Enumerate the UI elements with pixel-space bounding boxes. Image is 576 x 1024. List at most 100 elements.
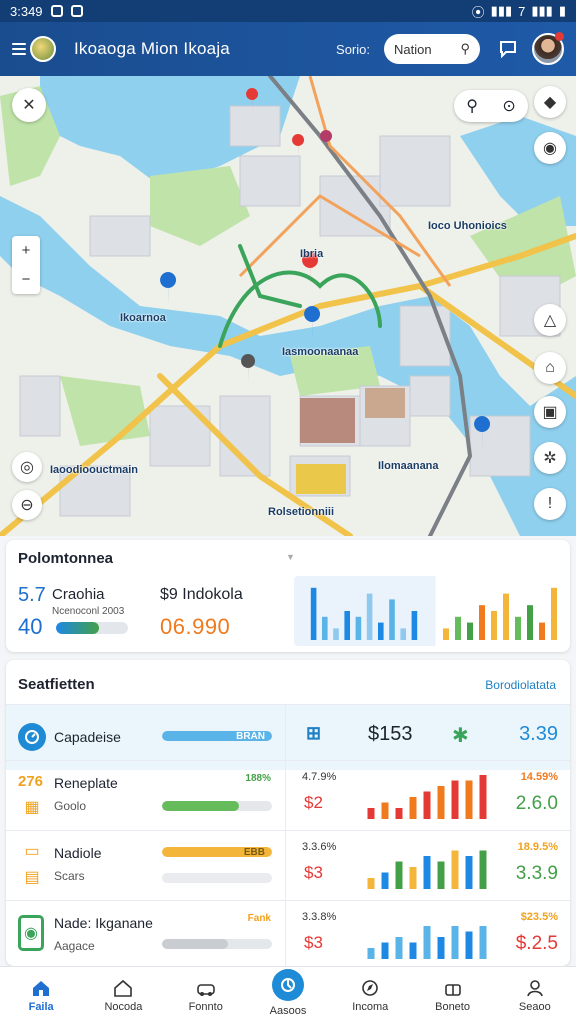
nav-label: Nocoda: [104, 1000, 143, 1013]
chart-bar: [381, 802, 389, 819]
chart-bar: [503, 593, 509, 640]
chart-bar: [539, 622, 545, 640]
compass-nav-icon: [362, 979, 379, 996]
nav-label: Faila: [28, 1000, 54, 1013]
profile-icon: [527, 979, 543, 996]
chevron-down-icon[interactable]: ▼: [286, 552, 295, 562]
chart-bar: [467, 622, 473, 640]
phone-icon: ◉: [18, 915, 44, 951]
station-sub: Goolo: [54, 799, 87, 813]
storage-icon: ▦: [24, 799, 40, 816]
search-input[interactable]: Nation ⚲: [384, 34, 480, 64]
nav-incoming[interactable]: Incoma: [329, 967, 411, 1024]
chart-bar: [409, 867, 417, 889]
station-right-value: 2.6.0: [515, 793, 558, 814]
kpi2-value: $9: [160, 586, 178, 603]
station-bar: [162, 801, 272, 811]
info-icon[interactable]: !: [534, 488, 566, 520]
station-pct-left: 4.7.9%: [302, 771, 337, 783]
nav-label: Aasoos: [269, 1004, 307, 1017]
chart-bar: [451, 926, 459, 959]
station-name: Reneplate: [54, 775, 118, 791]
battery-icon: ▮: [558, 3, 566, 18]
menu-icon[interactable]: [12, 43, 26, 55]
station-pct-left: 3.3.6%: [302, 841, 337, 853]
chart-bar: [366, 593, 373, 640]
station-row[interactable]: ▭ Nadiole ▤ Scars EBB 3.3.6% 18.9.5% $3 …: [6, 830, 570, 900]
map-view[interactable]: Ioco Uhonioics Ikoarnoa Iasmoonaanaa Iao…: [0, 76, 576, 536]
location-icon: [271, 968, 304, 1001]
home-icon: [33, 980, 50, 996]
close-icon[interactable]: ✕: [12, 88, 46, 122]
alert-icon[interactable]: △: [534, 304, 566, 336]
app-bar: Ikoaoga Mion Ikoaja Sorio: Nation ⚲: [0, 22, 576, 76]
chart-bar: [395, 808, 403, 819]
station-row[interactable]: ◉ Nade: Ikganane Aagace Fank 3.3.8% $23.…: [6, 900, 570, 966]
chart-bar: [465, 856, 473, 889]
stations-title: Seatfietten: [18, 676, 95, 693]
map-label: Ikoarnoa: [120, 312, 166, 324]
chart-bar: [381, 942, 389, 959]
zoom-in-button[interactable]: +: [12, 236, 40, 265]
gift-icon: [444, 983, 461, 996]
chart-bar: [411, 611, 418, 640]
shop-icon[interactable]: ▣: [534, 396, 566, 428]
settings-icon[interactable]: ✲: [534, 442, 566, 474]
station-num: 276: [18, 773, 44, 790]
traffic-icon[interactable]: ◉: [534, 132, 566, 164]
station-left-value: $3: [304, 933, 323, 952]
zoom-control: + −: [12, 236, 40, 294]
station-row-right: 3.3.8% $23.5% $3 $.2.5: [292, 901, 570, 966]
nav-routes[interactable]: Fonnto: [165, 967, 247, 1024]
performance-chart-svg: [310, 587, 557, 640]
route-icon[interactable]: ⌂: [534, 352, 566, 384]
battery-icon: ▭: [24, 843, 40, 860]
chart-bar: [437, 861, 445, 889]
chart-bar: [395, 861, 403, 889]
station-mini-chart: [367, 926, 487, 959]
kpi1-progress: [56, 622, 128, 634]
map-label: Ilomaanana: [378, 460, 439, 472]
map-label: Rolsetionniii: [268, 506, 334, 518]
zoom-out-button[interactable]: −: [12, 265, 40, 294]
map-search-tools[interactable]: ⚲ ⊙: [454, 90, 528, 122]
layers-icon[interactable]: ◆: [534, 86, 566, 118]
nav-bonus[interactable]: Boneto: [411, 967, 493, 1024]
signal-icon: ▮▮▮: [490, 3, 513, 18]
chart-bar: [479, 926, 487, 959]
nav-center[interactable]: Aasoos: [247, 967, 329, 1024]
locate-icon[interactable]: ⊙: [502, 96, 515, 116]
map-search-icon[interactable]: ⚲: [466, 96, 478, 116]
kpi2-big: 06.990: [160, 614, 231, 639]
chart-bar: [551, 587, 557, 640]
nav-label: Fonnto: [188, 1000, 223, 1013]
nav-houses[interactable]: Nocoda: [82, 967, 164, 1024]
nav-profile[interactable]: Seaoo: [494, 967, 576, 1024]
chart-bar: [310, 587, 317, 640]
nav-label: Seaoo: [518, 1000, 551, 1013]
station-right-value: 3.3.9: [515, 863, 558, 884]
navigate-icon[interactable]: ⊖: [12, 490, 42, 520]
status-right: 7: [518, 3, 526, 19]
station-bar-value: 188%: [245, 773, 271, 784]
chart-bar: [367, 878, 375, 889]
search-icon: ⚲: [460, 41, 470, 56]
chart-bar: [443, 628, 449, 640]
stations-link[interactable]: Borodiolatata: [485, 678, 556, 692]
nav-home[interactable]: Faila: [0, 967, 82, 1024]
chart-bar: [465, 780, 473, 819]
wifi-icon: ⦿: [471, 4, 485, 20]
chart-bar: [409, 797, 417, 819]
scope-label[interactable]: Sorio:: [336, 42, 370, 57]
avatar[interactable]: [532, 32, 564, 65]
station-row[interactable]: 276 Reneplate ▦ Goolo 188% 4.7.9% 14.59%…: [6, 760, 570, 830]
chart-bar: [527, 605, 533, 640]
station-row-right: 4.7.9% 14.59% $2 2.6.0: [292, 761, 570, 830]
station-pct-left: 3.3.8%: [302, 911, 337, 923]
chat-icon[interactable]: [494, 35, 522, 63]
map-label: Iaoodioouctmain: [50, 464, 138, 476]
compass-icon[interactable]: ◎: [12, 452, 42, 482]
station-name: Capadeise: [54, 729, 121, 745]
station-left-value: $2: [304, 793, 323, 812]
station-name: Nade: Ikganane: [54, 915, 153, 931]
